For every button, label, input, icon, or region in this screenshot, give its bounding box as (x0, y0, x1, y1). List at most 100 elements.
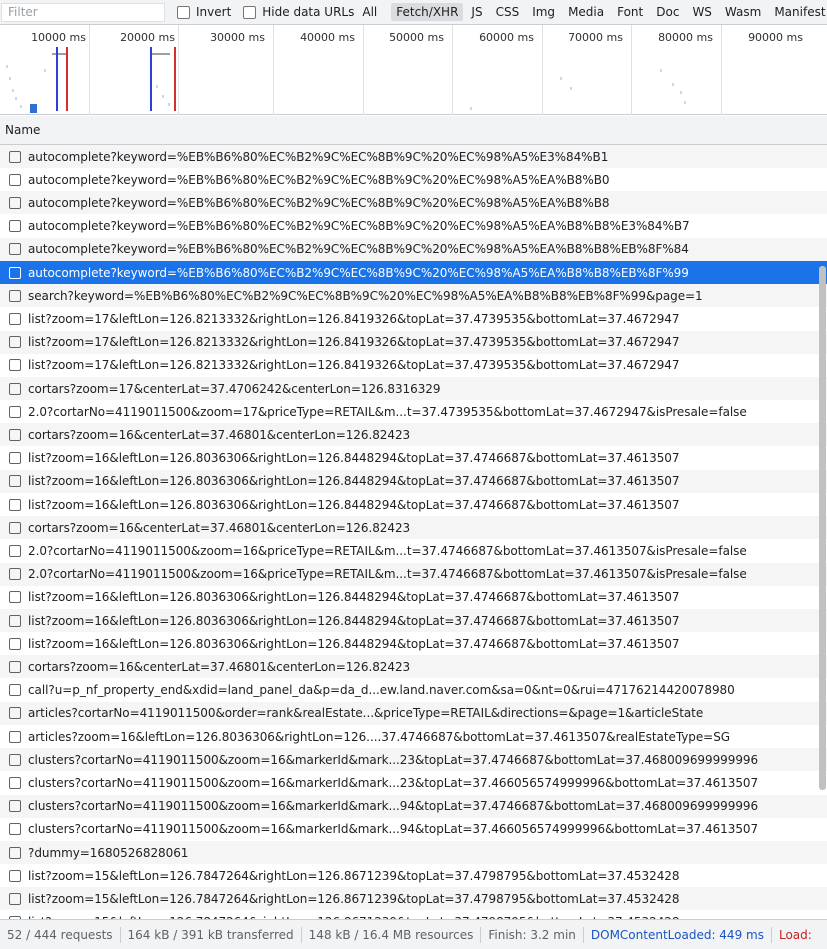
request-name: 2.0?cortarNo=4119011500&zoom=16&priceTyp… (28, 567, 747, 582)
type-filter-img[interactable]: Img (527, 3, 560, 21)
request-name: articles?cortarNo=4119011500&order=rank&… (28, 706, 704, 721)
request-row[interactable]: articles?cortarNo=4119011500&order=rank&… (0, 701, 827, 725)
request-name: autocomplete?keyword=%EB%B6%80%EC%B2%9C%… (28, 149, 609, 164)
request-row[interactable]: autocomplete?keyword=%EB%B6%80%EC%B2%9C%… (0, 214, 827, 238)
request-row[interactable]: cortars?zoom=17&centerLat=37.4706242&cen… (0, 377, 827, 400)
request-type-icon (9, 289, 21, 302)
request-type-icon (9, 568, 21, 581)
transferred-size: 164 kB / 391 kB transferred (127, 927, 294, 942)
request-row[interactable]: articles?zoom=16&leftLon=126.8036306&rig… (0, 725, 827, 748)
resources-size: 148 kB / 16.4 MB resources (308, 927, 474, 942)
type-filter-manifest[interactable]: Manifest (769, 3, 827, 21)
hide-data-urls-checkbox-box[interactable] (243, 5, 257, 19)
request-row[interactable]: cortars?zoom=16&centerLat=37.46801&cente… (0, 423, 827, 447)
requests-count: 52 / 444 requests (7, 927, 113, 942)
overview-request-mark (470, 107, 472, 110)
type-filter-all[interactable]: All (357, 3, 382, 21)
overview-request-mark (684, 101, 686, 104)
request-row[interactable]: list?zoom=16&leftLon=126.8036306&rightLo… (0, 493, 827, 516)
request-row[interactable]: cortars?zoom=16&centerLat=37.46801&cente… (0, 516, 827, 540)
network-overview-timeline[interactable]: 10000 ms 20000 ms 30000 ms 40000 ms 5000… (0, 25, 827, 115)
overview-request-mark (150, 53, 170, 55)
overview-request-mark (560, 77, 562, 80)
request-row[interactable]: autocomplete?keyword=%EB%B6%80%EC%B2%9C%… (0, 145, 827, 168)
filter-input[interactable] (1, 2, 165, 22)
request-row[interactable]: search?keyword=%EB%B6%80%EC%B2%9C%EC%8B%… (0, 284, 827, 308)
request-row[interactable]: list?zoom=15&leftLon=126.7847264&rightLo… (0, 864, 827, 888)
request-name: cortars?zoom=16&centerLat=37.46801&cente… (28, 520, 411, 535)
overview-request-mark (12, 89, 14, 92)
type-filter-doc[interactable]: Doc (651, 3, 684, 21)
request-name: autocomplete?keyword=%EB%B6%80%EC%B2%9C%… (28, 219, 690, 234)
request-row[interactable]: list?zoom=17&leftLon=126.8213332&rightLo… (0, 330, 827, 354)
overview-tick-label: 80000 ms (658, 31, 713, 44)
requests-table-header: Name (0, 116, 827, 145)
request-type-icon (9, 707, 21, 720)
request-row[interactable]: list?zoom=16&leftLon=126.8036306&rightLo… (0, 469, 827, 493)
type-filter-fetch-xhr[interactable]: Fetch/XHR (391, 3, 464, 21)
name-column-header[interactable]: Name (5, 123, 40, 137)
request-row[interactable]: clusters?cortarNo=4119011500&zoom=16&mar… (0, 817, 827, 841)
hide-data-urls-checkbox[interactable]: Hide data URLs (243, 5, 354, 19)
request-type-icon (9, 637, 21, 650)
request-row[interactable]: clusters?cortarNo=4119011500&zoom=16&mar… (0, 794, 827, 818)
request-row[interactable]: autocomplete?keyword=%EB%B6%80%EC%B2%9C%… (0, 168, 827, 192)
overview-grid-line (721, 25, 722, 115)
request-type-icon (9, 196, 21, 209)
request-name: list?zoom=16&leftLon=126.8036306&rightLo… (28, 497, 680, 512)
type-filter-css[interactable]: CSS (491, 3, 525, 21)
request-row[interactable]: list?zoom=17&leftLon=126.8213332&rightLo… (0, 353, 827, 377)
hide-data-urls-label: Hide data URLs (262, 5, 355, 19)
request-row[interactable]: list?zoom=16&leftLon=126.8036306&rightLo… (0, 446, 827, 470)
filter-toolbar: Invert Hide data URLs All Fetch/XHR JS C… (0, 0, 827, 25)
type-filter-js[interactable]: JS (466, 3, 487, 21)
overview-grid-line (631, 25, 632, 115)
request-name: list?zoom=15&leftLon=126.7847264&rightLo… (28, 868, 680, 883)
request-row[interactable]: 2.0?cortarNo=4119011500&zoom=16&priceTyp… (0, 539, 827, 563)
request-row[interactable]: 2.0?cortarNo=4119011500&zoom=16&priceTyp… (0, 562, 827, 586)
overview-tick-label: 50000 ms (389, 31, 444, 44)
request-row[interactable]: ?dummy=1680526828061 (0, 841, 827, 864)
request-name: list?zoom=16&leftLon=126.8036306&rightLo… (28, 451, 680, 466)
dom-content-loaded-marker (56, 47, 58, 111)
type-filter-wasm[interactable]: Wasm (720, 3, 766, 21)
request-row[interactable]: clusters?cortarNo=4119011500&zoom=16&mar… (0, 748, 827, 772)
type-filter-media[interactable]: Media (563, 3, 609, 21)
requests-scrollbar[interactable] (819, 266, 826, 790)
request-name: list?zoom=15&leftLon=126.7847264&rightLo… (28, 891, 680, 906)
request-row[interactable]: autocomplete?keyword=%EB%B6%80%EC%B2%9C%… (0, 191, 827, 215)
invert-checkbox-box[interactable] (177, 5, 190, 19)
overview-request-bar (30, 104, 37, 113)
request-name: list?zoom=16&leftLon=126.8036306&rightLo… (28, 590, 680, 605)
request-type-icon (9, 428, 21, 441)
request-type-icon (9, 753, 21, 766)
request-row[interactable]: autocomplete?keyword=%EB%B6%80%EC%B2%9C%… (0, 237, 827, 261)
request-row[interactable]: list?zoom=17&leftLon=126.8213332&rightLo… (0, 307, 827, 331)
overview-request-mark (44, 69, 46, 72)
overview-request-mark (680, 91, 682, 94)
request-row[interactable]: 2.0?cortarNo=4119011500&zoom=17&priceTyp… (0, 400, 827, 424)
request-row[interactable]: list?zoom=16&leftLon=126.8036306&rightLo… (0, 585, 827, 609)
request-name: list?zoom=16&leftLon=126.8036306&rightLo… (28, 474, 680, 489)
request-row[interactable]: list?zoom=15&leftLon=126.7847264&rightLo… (0, 910, 827, 919)
invert-checkbox[interactable]: Invert (177, 5, 231, 19)
request-type-icon (9, 336, 21, 349)
request-row[interactable]: clusters?cortarNo=4119011500&zoom=16&mar… (0, 771, 827, 795)
request-type-icon (9, 800, 21, 813)
overview-tick-label: 20000 ms (120, 31, 175, 44)
request-row[interactable]: cortars?zoom=16&centerLat=37.46801&cente… (0, 655, 827, 679)
type-filter-font[interactable]: Font (612, 3, 648, 21)
overview-tick-label: 90000 ms (748, 31, 803, 44)
request-row[interactable]: autocomplete?keyword=%EB%B6%80%EC%B2%9C%… (0, 261, 827, 284)
request-name: list?zoom=16&leftLon=126.8036306&rightLo… (28, 613, 680, 628)
request-row[interactable]: list?zoom=16&leftLon=126.8036306&rightLo… (0, 632, 827, 656)
request-name: clusters?cortarNo=4119011500&zoom=16&mar… (28, 775, 759, 790)
request-name: autocomplete?keyword=%EB%B6%80%EC%B2%9C%… (28, 172, 610, 187)
request-row[interactable]: call?u=p_nf_property_end&xdid=land_panel… (0, 678, 827, 702)
request-row[interactable]: list?zoom=16&leftLon=126.8036306&rightLo… (0, 609, 827, 632)
type-filter-ws[interactable]: WS (687, 3, 716, 21)
request-row[interactable]: list?zoom=15&leftLon=126.7847264&rightLo… (0, 887, 827, 911)
request-name: cortars?zoom=16&centerLat=37.46801&cente… (28, 659, 411, 674)
request-name: 2.0?cortarNo=4119011500&zoom=17&priceTyp… (28, 404, 747, 419)
request-type-icon (9, 823, 21, 836)
